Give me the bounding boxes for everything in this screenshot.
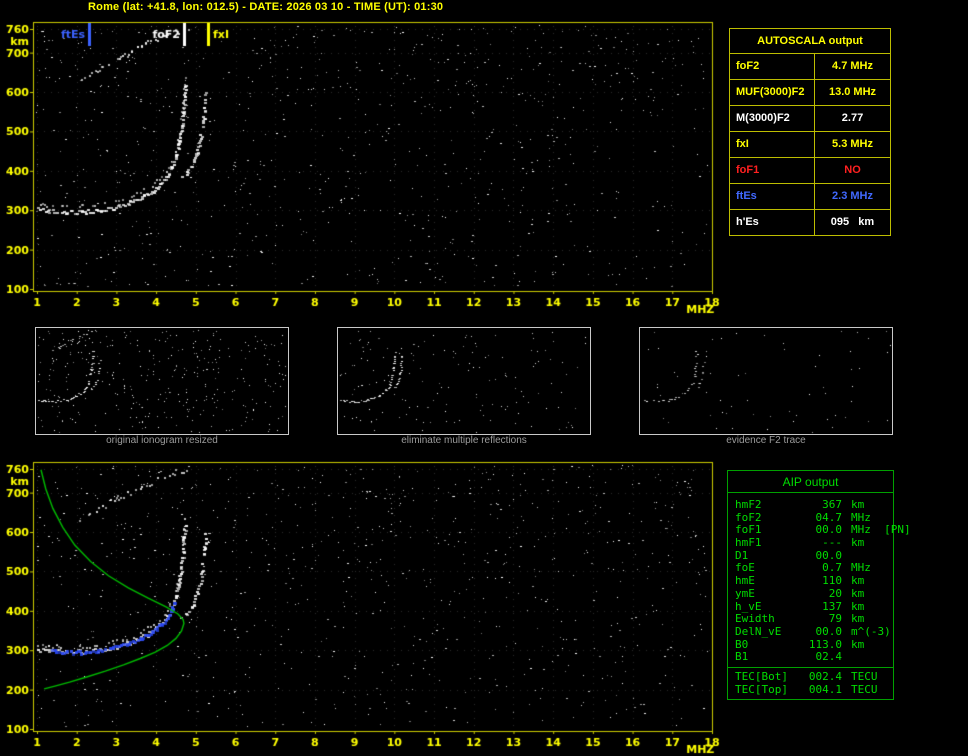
table-row: B0 113.0 km (728, 637, 893, 652)
panel-original-ionogram (35, 327, 289, 435)
panel-caption: original ionogram resized (106, 435, 218, 446)
param-cell: DelN_vE (735, 624, 782, 638)
param-cell: B1 (735, 650, 749, 664)
table-row: TEC[Top] 004.1 TECU (728, 682, 893, 697)
unit-cell (842, 651, 893, 664)
value-cell: 20 (828, 586, 842, 600)
param-cell: fxI (730, 132, 815, 157)
aip-table-body: hmF2 367 km foF2 04.7 MHz foF1 00.0 MHz [PN] hmF1… (728, 493, 911, 667)
value-cell: 02.4 (815, 650, 843, 664)
table-row: foF2 4.7 MHz (730, 54, 890, 80)
param-cell: Ewidth (735, 612, 775, 626)
value-cell: 2.77 (841, 112, 864, 124)
table-row: B1 02.4 (728, 651, 893, 664)
aip-tec-section: TEC[Bot] 002.4 TECU TEC[Top] 004.1 TECU (728, 666, 893, 699)
autoscala-table-body: foF2 4.7 MHz MUF(3000)F2 13.0 MHz M(3000)F2 2… (730, 54, 890, 235)
value-cell: 367 (822, 498, 842, 511)
value-cell: --- (822, 536, 842, 550)
unit-cell: km (851, 586, 865, 600)
param-cell: MUF(3000)F2 (730, 80, 815, 105)
unit-cell: km (851, 498, 865, 511)
value-cell: NO (844, 164, 861, 176)
param-cell: h'Es (730, 210, 815, 235)
page-title: Rome (lat: +41.8, lon: 012.5) - DATE: 20… (88, 1, 444, 13)
table-row: hmF2 367 km (728, 498, 893, 512)
table-row: ftEs 2.3 MHz (730, 184, 890, 210)
panel-caption: evidence F2 trace (726, 435, 806, 446)
value-cell: 004.1 (808, 682, 842, 696)
table-row: Ewidth 79 km (728, 612, 893, 626)
value-cell: 110 (822, 574, 842, 588)
unit-cell: TECU (851, 669, 878, 683)
value-cell: 00.0 (815, 624, 843, 638)
value-cell: 2.3 MHz (832, 190, 873, 202)
table-row: ymE 20 km (728, 586, 893, 601)
autoscala-output-table: AUTOSCALA output foF2 4.7 MHz MUF(3000)F2 1… (729, 28, 891, 236)
param-cell: foF2 (730, 54, 815, 79)
unit-cell: MHz (851, 561, 871, 575)
unit-cell: km (851, 612, 865, 626)
param-cell: hmE (735, 574, 755, 588)
table-row: TEC[Bot] 002.4 TECU (728, 669, 893, 684)
aip-table-title: AIP output (728, 471, 893, 493)
panel-evidence-f2-trace (639, 327, 893, 435)
param-cell: TEC[Top] (735, 682, 788, 696)
table-row: h'Es 095 km (730, 210, 890, 235)
unit-cell: km (851, 574, 865, 588)
param-cell: ftEs (730, 184, 815, 209)
unit-cell: m^(-3) (851, 624, 891, 638)
unit-cell: km (851, 637, 865, 651)
value-cell: 5.3 MHz (832, 138, 873, 150)
param-cell: M(3000)F2 (730, 106, 815, 131)
panel-caption: eliminate multiple reflections (401, 435, 527, 446)
value-cell: 79 (828, 612, 842, 626)
table-row: MUF(3000)F2 13.0 MHz (730, 80, 890, 106)
bottom-ionogram-plot (6, 456, 722, 756)
param-cell: TEC[Bot] (735, 669, 788, 683)
param-cell: ymE (735, 586, 755, 600)
table-row: foF1 NO (730, 158, 890, 184)
value-cell: 002.4 (808, 669, 842, 683)
table-row: fxI 5.3 MHz (730, 132, 890, 158)
unit-cell: TECU (851, 682, 878, 696)
table-row: M(3000)F2 2.77 (730, 106, 890, 132)
value-cell: 095 km (830, 216, 875, 228)
value-cell: 13.0 MHz (828, 86, 877, 98)
param-cell: foF1 (730, 158, 815, 183)
top-ionogram-plot (6, 16, 722, 316)
unit-cell: km (851, 599, 865, 613)
autoscala-table-title: AUTOSCALA output (730, 29, 890, 54)
table-row: hmF1 --- km (728, 536, 893, 550)
unit-cell: km (851, 536, 865, 550)
table-row: hmE 110 km (728, 574, 893, 588)
param-cell: hmF2 (735, 498, 762, 511)
value-cell: 4.7 MHz (832, 60, 873, 72)
panel-eliminate-reflections (337, 327, 591, 435)
aip-output-table: AIP output hmF2 367 km foF2 04.7 MHz foF1 00.0 M… (727, 470, 911, 701)
table-row: DelN_vE 00.0 m^(-3) (728, 624, 893, 639)
param-cell: hmF1 (735, 536, 762, 550)
